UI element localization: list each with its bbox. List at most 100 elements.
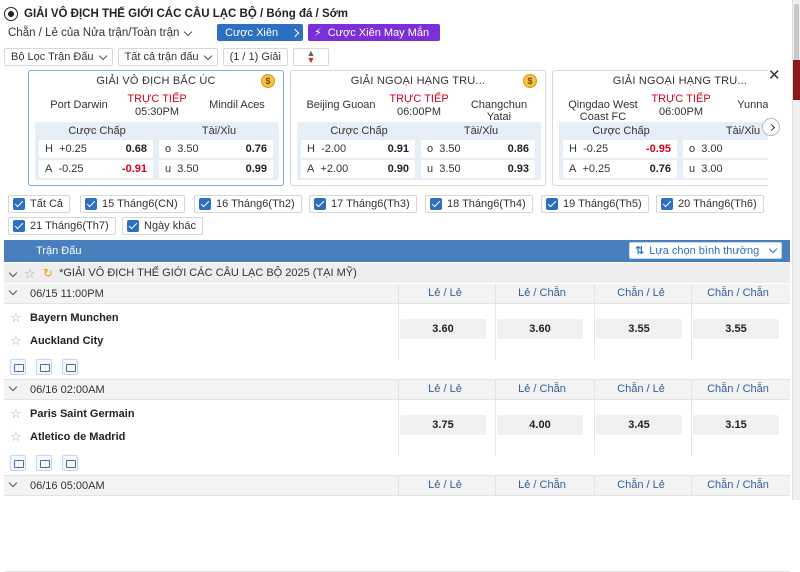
under-odds[interactable]: u 3.50 0.99 [159,160,273,178]
league-count-button[interactable]: (1 / 1) Giải [222,48,288,66]
carousel-next-button[interactable] [762,118,780,136]
checkbox-checked-icon[interactable] [13,220,25,232]
match-row-header: 06/16 02:00AM Lẻ / Lẻ Lẻ / Chẵn Chẵn / Lẻ Ch… [4,380,790,400]
odds-cell[interactable]: 3.60 [400,319,486,339]
column-divider [691,284,692,304]
bar-chart-icon[interactable] [62,359,78,375]
match-filter-select[interactable]: Bộ Lọc Trận Đấu [4,48,113,66]
date-filter-chip[interactable]: 16 Tháng6(Th2) [194,195,302,213]
star-icon[interactable]: ☆ [10,333,22,349]
card-odds-panel: Cược Chấp Tài/Xỉu H -0.25 -0.95 A +0.25 0.… [559,122,768,180]
odds-cell[interactable]: 3.45 [596,415,682,435]
odds-column-header: Chẵn / Lẻ [617,383,665,395]
checkbox-checked-icon[interactable] [127,220,139,232]
odds-cell[interactable]: 3.55 [596,319,682,339]
column-divider [398,380,399,400]
checkbox-checked-icon[interactable] [661,198,673,210]
under-odds[interactable]: u 3.00 [683,160,768,178]
over-under-header: Tài/Xỉu [201,125,237,137]
odds-type-select[interactable]: Chẵn / Lẻ của Nửa trận/Toàn trận [8,24,193,42]
away-team: Atletico de Madrid [30,431,126,443]
date-filter-label: Tất Cả [30,198,64,210]
checkbox-checked-icon[interactable] [13,198,25,210]
star-icon[interactable]: ☆ [10,406,22,422]
column-divider [398,400,399,456]
odds-column-header: Chẵn / Chẵn [707,287,769,299]
handicap-away-odds[interactable]: A +0.25 0.76 [563,160,677,178]
odds-cell[interactable]: 4.00 [497,415,583,435]
column-divider [495,380,496,400]
date-filter-chip[interactable]: Ngày khác [122,217,203,235]
under-odds[interactable]: u 3.50 0.93 [421,160,535,178]
handicap-away-odds[interactable]: A +2.00 0.90 [301,160,415,178]
all-matches-select[interactable]: Tất cả trận đấu [117,48,218,66]
star-icon[interactable]: ☆ [10,429,22,445]
chevron-down-icon[interactable] [8,382,18,392]
lineup-icon[interactable] [10,455,26,471]
over-under-header: Tài/Xỉu [463,125,499,137]
cuoc-xien-may-man-button[interactable]: ⚡ Cược Xiên May Mắn [308,24,440,41]
date-filter-label: 18 Tháng6(Th4) [447,198,526,210]
refresh-icon[interactable]: ↻ [43,266,53,280]
match-row-header: 06/15 11:00PM Lẻ / Lẻ Lẻ / Chẵn Chẵn / Lẻ Ch… [4,284,790,304]
checkbox-checked-icon[interactable] [314,198,326,210]
odds-cell[interactable]: 3.60 [497,319,583,339]
bar-chart-icon[interactable] [62,455,78,471]
over-odds[interactable]: o 3.50 0.76 [159,140,273,158]
home-team: Bayern Munchen [30,312,119,324]
chevron-down-icon[interactable] [8,286,18,296]
column-divider [495,400,496,456]
live-status: TRỰC TIẾP [389,93,449,105]
chevron-down-icon[interactable] [8,478,18,488]
page-scrollbar[interactable] [792,0,800,500]
date-filter-chip[interactable]: 17 Tháng6(Th3) [309,195,417,213]
date-filter-chip[interactable]: 20 Tháng6(Th6) [656,195,764,213]
over-odds[interactable]: o 3.50 0.86 [421,140,535,158]
column-divider [398,284,399,304]
live-match-card[interactable]: GIẢI NGOẠI HẠNG TRU... $ Qingdao West Co… [552,70,768,186]
lucky-parlay-icon: ⚡ [314,27,322,39]
line-value: 3.00 [701,163,723,175]
stats-board-icon[interactable] [36,455,52,471]
column-divider [691,476,692,496]
star-icon[interactable]: ☆ [10,310,22,326]
stats-board-icon[interactable] [36,359,52,375]
odds-cell[interactable]: 3.15 [693,415,779,435]
date-filter-chip[interactable]: Tất Cả [8,195,71,213]
sort-button[interactable]: ▲ ▼ [292,48,329,66]
checkbox-checked-icon[interactable] [430,198,442,210]
cuoc-xien-button[interactable]: Cược Xiên [217,24,303,41]
line-value: 3.50 [177,143,199,155]
column-divider [495,476,496,496]
date-filter-chip[interactable]: 21 Tháng6(Th7) [8,217,116,235]
date-filter-label: Ngày khác [144,220,196,232]
odds-cell[interactable]: 3.75 [400,415,486,435]
live-match-card[interactable]: GIẢI VÔ ĐỊCH BẮC ÚC $ Port Darwin TRỰC T… [28,70,284,186]
handicap-home-odds[interactable]: H -2.00 0.91 [301,140,415,158]
sort-mode-select[interactable]: ⇅ Lựa chọn bình thường [629,242,782,259]
handicap-away-odds[interactable]: A -0.25 -0.91 [39,160,153,178]
kickoff-time: 06:00PM [396,106,442,118]
live-match-card[interactable]: GIẢI NGOẠI HẠNG TRU... $ Beijing Guoan T… [290,70,546,186]
league-row[interactable]: ☆ ↻ *GIẢI VÔ ĐỊCH THẾ GIỚI CÁC CÂU LẠC B… [4,263,790,283]
date-filter-chip[interactable]: 15 Tháng6(CN) [80,195,185,213]
odds-column-header: Chẵn / Chẵn [707,383,769,395]
checkbox-checked-icon[interactable] [199,198,211,210]
odds-value: 0.76 [245,143,267,155]
lineup-icon[interactable] [10,359,26,375]
date-filter-chip[interactable]: 18 Tháng6(Th4) [425,195,533,213]
star-icon[interactable]: ☆ [24,267,37,280]
handicap-header: Cược Chấp [68,125,126,137]
odds-cell[interactable]: 3.55 [693,319,779,339]
handicap-home-odds[interactable]: H -0.25 -0.95 [563,140,677,158]
checkbox-checked-icon[interactable] [85,198,97,210]
odds-column-header: Lẻ / Chẵn [518,287,566,299]
handicap-home-odds[interactable]: H +0.25 0.68 [39,140,153,158]
column-divider [691,380,692,400]
column-divider [691,304,692,360]
over-odds[interactable]: o 3.00 [683,140,768,158]
checkbox-checked-icon[interactable] [546,198,558,210]
close-icon[interactable]: ✕ [768,66,781,84]
date-filter-chip[interactable]: 19 Tháng6(Th5) [541,195,649,213]
column-divider [594,400,595,456]
